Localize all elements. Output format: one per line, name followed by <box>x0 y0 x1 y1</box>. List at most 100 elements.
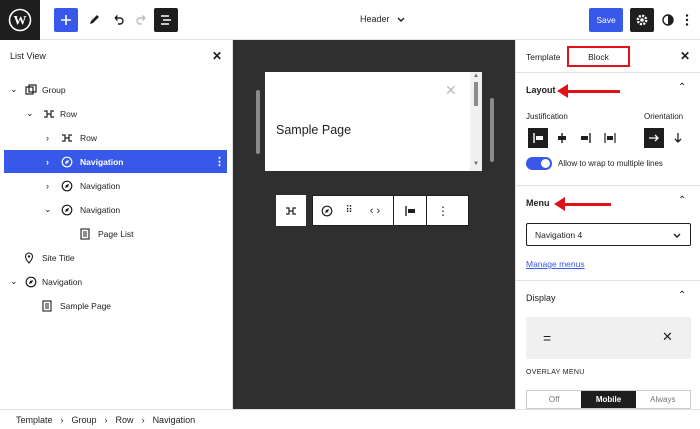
undo-button[interactable] <box>106 8 130 32</box>
list-item[interactable]: Sample Page <box>4 294 227 317</box>
orientation-horizontal-button[interactable] <box>644 128 664 148</box>
chevron-right-icon[interactable]: › <box>46 157 49 167</box>
add-block-button[interactable] <box>54 8 78 32</box>
chevron-down-icon[interactable]: ⌄ <box>26 108 34 119</box>
list-item[interactable]: Page List <box>4 222 227 245</box>
navigation-icon[interactable] <box>313 205 341 217</box>
chevron-down-icon[interactable]: ⌄ <box>10 276 18 287</box>
display-panel-title[interactable]: Display <box>526 293 556 303</box>
breadcrumb: Template › Group › Row › Navigation <box>0 409 700 429</box>
styles-button[interactable] <box>656 8 680 32</box>
list-item-selected[interactable]: › Navigation ⋮ <box>4 150 227 173</box>
list-item[interactable]: ⌄ Row <box>4 102 227 125</box>
chevron-up-icon[interactable]: ⌃ <box>678 195 686 206</box>
chevron-down-icon[interactable]: ⌄ <box>44 204 52 215</box>
chevron-up-icon[interactable]: ⌃ <box>678 82 686 93</box>
close-list-view-icon[interactable]: ✕ <box>212 49 222 63</box>
list-item[interactable]: › Navigation <box>4 174 227 197</box>
list-item[interactable]: ⌄ Navigation <box>4 270 227 293</box>
manage-menus-link[interactable]: Manage menus <box>526 259 585 269</box>
more-vertical-icon[interactable]: ⋮ <box>214 155 225 168</box>
overlay-menu-label: OVERLAY MENU <box>526 369 585 376</box>
chevron-down-icon[interactable]: ⌄ <box>10 84 18 95</box>
overlay-option-always[interactable]: Always <box>636 391 690 408</box>
chevron-right-icon[interactable]: › <box>46 133 49 143</box>
close-sidebar-icon[interactable]: ✕ <box>680 49 690 63</box>
list-item-label: Sample Page <box>60 300 112 311</box>
tools-button[interactable] <box>82 8 106 32</box>
menu-select[interactable]: Navigation 4 <box>526 223 691 246</box>
overlay-option-mobile[interactable]: Mobile <box>581 391 636 408</box>
list-item-label: Page List <box>98 228 134 239</box>
justify-space-between-icon <box>604 133 616 143</box>
more-vertical-icon <box>685 14 689 26</box>
orientation-vertical-button[interactable] <box>668 128 688 148</box>
list-item[interactable]: ⌄ Navigation <box>4 198 227 221</box>
list-item-label: Navigation <box>42 276 83 287</box>
navigation-icon <box>60 179 74 193</box>
wordpress-logo-button[interactable]: W <box>0 0 40 40</box>
annotation-arrow <box>557 84 620 98</box>
wrap-toggle[interactable] <box>526 157 552 170</box>
menu-icon: = <box>543 330 552 346</box>
arrow-down-icon <box>674 133 682 143</box>
row-icon <box>42 107 56 121</box>
save-button[interactable]: Save <box>589 8 623 32</box>
justify-center-button[interactable] <box>552 128 572 148</box>
layout-panel-title[interactable]: Layout <box>526 85 556 95</box>
tab-block-label: Block <box>588 51 609 62</box>
list-item[interactable]: Site Title <box>4 246 227 269</box>
list-view-toggle-button[interactable] <box>154 8 178 32</box>
tab-template[interactable]: Template <box>526 52 561 62</box>
more-vertical-icon[interactable]: ⋮ <box>427 204 459 218</box>
undo-icon <box>114 15 124 25</box>
top-toolbar: W Header Save <box>0 0 700 40</box>
resize-handle-right[interactable] <box>490 98 494 162</box>
parent-block-button[interactable] <box>276 195 306 226</box>
page-list-icon <box>78 227 92 241</box>
chevron-right-icon: › <box>104 414 108 425</box>
justify-left-icon[interactable] <box>394 205 426 217</box>
list-item-label: Row <box>80 132 98 143</box>
drag-handle-icon[interactable]: ⠿ <box>341 205 357 216</box>
chevron-right-icon: › <box>60 414 64 425</box>
breadcrumb-item[interactable]: Template <box>16 415 53 425</box>
preview-frame[interactable]: ✕ Sample Page ▲ ▼ <box>265 72 482 171</box>
preview-page-link[interactable]: Sample Page <box>276 123 351 137</box>
annotation-arrow <box>554 197 611 211</box>
move-arrows-icon[interactable]: ‹ › <box>357 205 393 217</box>
editor-canvas[interactable]: ✕ Sample Page ▲ ▼ ⠿ ‹ › ⋮ <box>233 40 515 409</box>
options-menu-button[interactable] <box>678 8 696 32</box>
justify-space-between-button[interactable] <box>600 128 620 148</box>
template-part-title[interactable]: Header <box>360 14 406 24</box>
justify-center-icon <box>558 133 566 143</box>
list-view-panel: List View ✕ ⌄ Group ⌄ Row › Row › Naviga… <box>0 40 233 409</box>
template-part-title-text: Header <box>360 14 390 24</box>
close-icon[interactable]: ✕ <box>445 82 457 99</box>
justify-right-icon <box>581 133 591 143</box>
list-item[interactable]: › Row <box>4 126 227 149</box>
chevron-down-icon <box>673 233 681 238</box>
breadcrumb-item[interactable]: Navigation <box>153 415 196 425</box>
list-item[interactable]: ⌄ Group <box>4 78 227 101</box>
justify-right-button[interactable] <box>576 128 596 148</box>
wordpress-logo-icon: W <box>8 8 32 32</box>
redo-button[interactable] <box>130 8 154 32</box>
menu-panel-title[interactable]: Menu <box>526 198 550 208</box>
display-panel: Display ⌃ = ✕ OVERLAY MENU Off Mobile Al… <box>516 281 700 409</box>
breadcrumb-item[interactable]: Row <box>116 415 134 425</box>
overlay-option-off[interactable]: Off <box>527 391 581 408</box>
tab-block[interactable]: Block <box>567 46 630 67</box>
scrollbar[interactable]: ▲ ▼ <box>470 72 482 171</box>
breadcrumb-item[interactable]: Group <box>72 415 97 425</box>
settings-button[interactable] <box>630 8 654 32</box>
resize-handle-left[interactable] <box>256 90 260 154</box>
justify-left-button[interactable] <box>528 128 548 148</box>
chevron-right-icon[interactable]: › <box>46 181 49 191</box>
chevron-up-icon[interactable]: ⌃ <box>678 290 686 301</box>
close-icon: ✕ <box>662 329 673 344</box>
wrap-toggle-label: Allow to wrap to multiple lines <box>558 159 663 168</box>
list-view-header: List View ✕ <box>0 40 232 72</box>
navigation-icon <box>60 155 74 169</box>
chevron-down-icon <box>397 17 405 22</box>
